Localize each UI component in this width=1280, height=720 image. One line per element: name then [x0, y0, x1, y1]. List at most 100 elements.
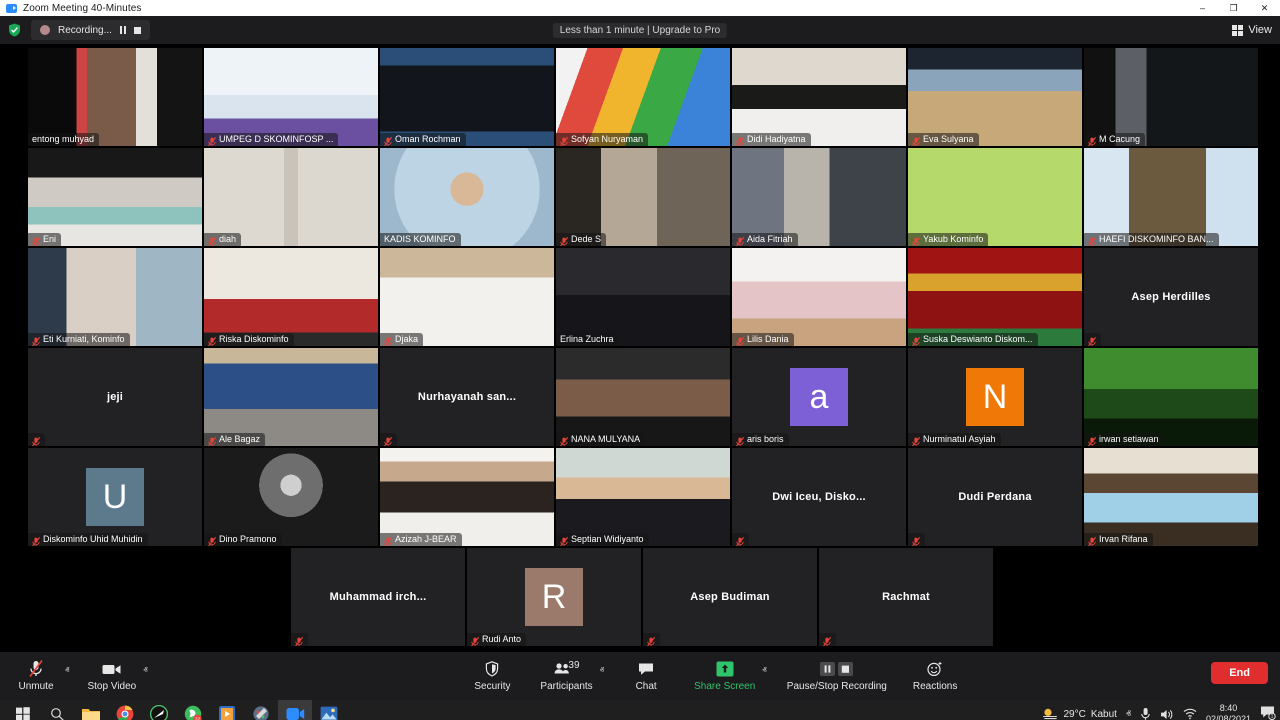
participant-tile[interactable]: irwan setiawan	[1084, 348, 1258, 446]
participant-tile[interactable]: jeji	[28, 348, 202, 446]
fog-sun-icon	[1043, 708, 1058, 720]
paint-icon[interactable]	[244, 700, 278, 720]
security-button[interactable]: Security	[464, 652, 520, 700]
close-button[interactable]: ✕	[1249, 0, 1280, 16]
view-button[interactable]: View	[1232, 24, 1272, 36]
participant-video	[1084, 348, 1258, 446]
video-options-chevron-icon[interactable]: ⱏ	[143, 665, 147, 676]
participant-tile[interactable]: Eva Sulyana	[908, 48, 1082, 146]
audio-control-group: Unmute ⱏ	[8, 652, 69, 700]
end-meeting-button[interactable]: End	[1211, 662, 1268, 684]
participant-tile[interactable]: U Diskominfo Uhid Muhidin	[28, 448, 202, 546]
participant-name-bar: irwan setiawan	[1084, 433, 1164, 446]
participant-name-bar: Yakub Kominfo	[908, 233, 989, 246]
participant-tile[interactable]: Eni	[28, 148, 202, 246]
participant-tile[interactable]: Muhammad irch...	[291, 548, 465, 646]
avatar: a	[790, 368, 848, 426]
file-explorer-icon[interactable]	[74, 700, 108, 720]
participant-tile[interactable]: Ale Bagaz	[204, 348, 378, 446]
video-editor-icon[interactable]	[210, 700, 244, 720]
participants-chevron-icon[interactable]: ⱏ	[600, 665, 604, 676]
participant-tile[interactable]: Dudi Perdana	[908, 448, 1082, 546]
participant-tile[interactable]: Lilis Dania	[732, 248, 906, 346]
participant-name-bar: M Cacung	[1084, 133, 1146, 146]
maximize-button[interactable]: ❐	[1218, 0, 1249, 16]
participant-tile[interactable]: Dede S	[556, 148, 730, 246]
stop-video-button[interactable]: Stop Video	[81, 652, 142, 700]
participant-name: Lilis Dania	[747, 334, 789, 344]
participant-tile[interactable]: Oman Rochman	[380, 48, 554, 146]
meeting-status-banner[interactable]: Less than 1 minute | Upgrade to Pro	[552, 22, 728, 38]
participant-tile[interactable]: Aida Fitriah	[732, 148, 906, 246]
mic-muted-icon	[31, 434, 41, 446]
participant-center-name: Rachmat	[882, 591, 930, 603]
chrome-icon[interactable]	[108, 700, 142, 720]
participant-tile[interactable]: Didi Hadiyatna	[732, 48, 906, 146]
unmute-button[interactable]: Unmute	[8, 652, 64, 700]
participant-name: Aida Fitriah	[747, 234, 793, 244]
participant-tile[interactable]: N Nurminatul Asyiah	[908, 348, 1082, 446]
mic-muted-icon	[1087, 434, 1097, 446]
search-icon[interactable]	[40, 700, 74, 720]
clock-date: 02/08/2021	[1205, 714, 1251, 720]
security-label: Security	[474, 681, 511, 692]
participant-tile[interactable]: Erlina Zuchra	[556, 248, 730, 346]
participant-video	[380, 448, 554, 546]
recording-dot-icon	[40, 25, 50, 35]
start-button[interactable]	[6, 700, 40, 720]
participant-tile[interactable]: Irvan Rifana	[1084, 448, 1258, 546]
pause-stop-recording-button[interactable]: Pause/Stop Recording	[781, 652, 893, 700]
participant-video	[204, 348, 378, 446]
participant-tile[interactable]: Dino Pramono	[204, 448, 378, 546]
chat-label: Chat	[635, 681, 657, 692]
participant-tile[interactable]: entong muhyad	[28, 48, 202, 146]
participant-tile[interactable]: R Rudi Anto	[467, 548, 641, 646]
participant-tile[interactable]: diah	[204, 148, 378, 246]
windows-taskbar: 32 29°C Kabut ⱏ 8:40 02/08/2021 1	[0, 700, 1280, 720]
whatsapp-icon[interactable]: 32	[176, 700, 210, 720]
participant-tile[interactable]: HAEFI DISKOMINFO BAN...	[1084, 148, 1258, 246]
participant-tile[interactable]: Asep Budiman	[643, 548, 817, 646]
participant-tile[interactable]: UMPEG D SKOMINFOSP ...	[204, 48, 378, 146]
participant-tile[interactable]: Riska Diskominfo	[204, 248, 378, 346]
participant-tile[interactable]: Septian Widiyanto	[556, 448, 730, 546]
participant-tile[interactable]: Sofyan Nuryaman	[556, 48, 730, 146]
participant-name: NANA MULYANA	[571, 434, 641, 444]
participant-tile[interactable]: Eti Kurniati, Kominfo	[28, 248, 202, 346]
media-player-icon[interactable]	[142, 700, 176, 720]
action-center-icon[interactable]: 1	[1260, 705, 1276, 720]
participant-tile[interactable]: Djaka	[380, 248, 554, 346]
taskbar-clock[interactable]: 8:40 02/08/2021	[1206, 703, 1251, 720]
weather-widget[interactable]: 29°C Kabut	[1042, 707, 1117, 720]
participant-center-name: Asep Herdilles	[1131, 291, 1211, 303]
reactions-button[interactable]: Reactions	[907, 652, 963, 700]
share-options-chevron-icon[interactable]: ⱏ	[762, 665, 766, 676]
participant-name-bar: Erlina Zuchra	[556, 333, 619, 346]
pause-recording-button[interactable]	[119, 26, 126, 34]
chat-button[interactable]: Chat	[618, 652, 674, 700]
participant-tile[interactable]: Yakub Kominfo	[908, 148, 1082, 246]
window-title-bar: Zoom Meeting 40-Minutes – ❐ ✕	[0, 0, 1280, 16]
participants-button[interactable]: ​ 39 Participants	[534, 652, 598, 700]
participant-tile[interactable]: Nurhayanah san...	[380, 348, 554, 446]
participant-tile[interactable]: KADIS KOMINFO	[380, 148, 554, 246]
audio-options-chevron-icon[interactable]: ⱏ	[65, 665, 69, 676]
participant-tile[interactable]: Asep Herdilles	[1084, 248, 1258, 346]
participant-tile[interactable]: M Cacung	[1084, 48, 1258, 146]
tray-chevron-icon[interactable]: ⱏ	[1126, 709, 1131, 720]
participant-tile[interactable]: Azizah J-BEAR	[380, 448, 554, 546]
mic-muted-icon	[383, 334, 393, 346]
zoom-icon[interactable]	[278, 700, 312, 720]
photos-icon[interactable]	[312, 700, 346, 720]
participant-tile[interactable]: Dwi Iceu, Disko...	[732, 448, 906, 546]
participant-video	[1084, 148, 1258, 246]
share-screen-button[interactable]: Share Screen	[688, 652, 761, 700]
participant-tile[interactable]: NANA MULYANA	[556, 348, 730, 446]
shield-check-icon[interactable]	[8, 23, 21, 37]
minimize-button[interactable]: –	[1187, 0, 1218, 16]
participant-tile[interactable]: a aris boris	[732, 348, 906, 446]
participant-tile[interactable]: Suska Deswianto Diskom...	[908, 248, 1082, 346]
participant-tile[interactable]: Rachmat	[819, 548, 993, 646]
mic-muted-icon	[383, 534, 393, 546]
stop-recording-button[interactable]	[133, 26, 141, 34]
